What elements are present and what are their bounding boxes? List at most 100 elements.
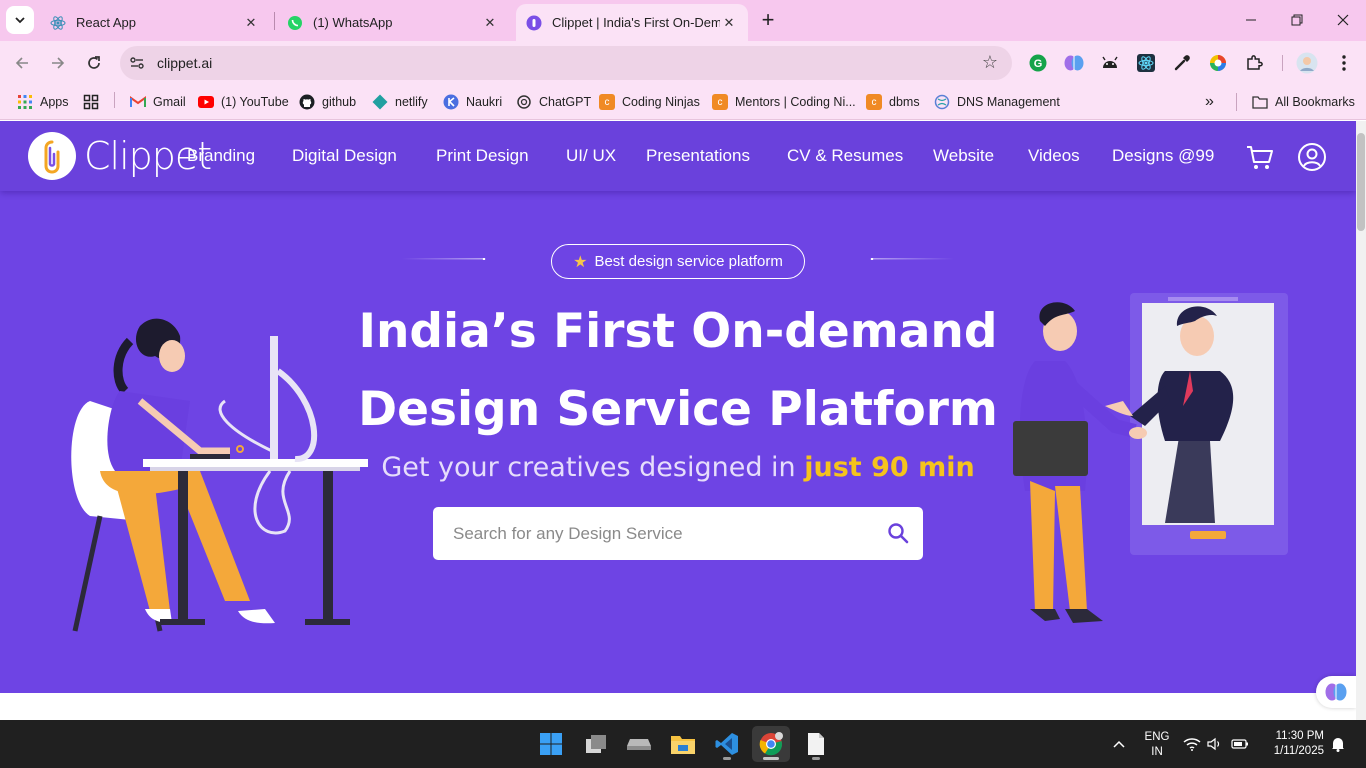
arrow-left-icon xyxy=(15,57,28,69)
back-button[interactable] xyxy=(9,50,35,76)
color-wheel-extension-icon[interactable] xyxy=(1207,52,1229,74)
bookmark-label: Gmail xyxy=(153,95,186,109)
task-view-icon xyxy=(586,735,606,753)
nav-print-design[interactable]: Print Design xyxy=(436,146,529,166)
floating-assistant-button[interactable] xyxy=(1316,676,1356,708)
vscode-icon xyxy=(715,733,738,755)
nav-website[interactable]: Website xyxy=(933,146,994,166)
brain-extension-icon[interactable] xyxy=(1063,52,1085,74)
color-picker-icon[interactable] xyxy=(1171,52,1193,74)
clock-time: 11:30 PM xyxy=(1275,730,1324,742)
chrome-app[interactable] xyxy=(752,726,790,762)
design-search-box xyxy=(433,507,923,560)
bookmark-netlify[interactable]: netlify xyxy=(372,92,428,112)
notepad-app[interactable] xyxy=(797,726,835,762)
bookmark-star-icon[interactable]: ☆ xyxy=(982,52,998,73)
show-hidden-icons-button[interactable] xyxy=(1106,726,1132,762)
language-indicator[interactable]: ENG IN xyxy=(1141,730,1173,760)
grammarly-extension-icon[interactable]: G xyxy=(1027,52,1049,74)
woman-at-desk-illustration xyxy=(71,318,368,632)
all-bookmarks-button[interactable]: All Bookmarks xyxy=(1252,92,1355,112)
bookmark-github[interactable]: github xyxy=(299,92,356,112)
bookmark-mentors[interactable]: c Mentors | Coding Ni... xyxy=(712,92,856,112)
android-extension-icon[interactable] xyxy=(1099,52,1121,74)
bookmark-youtube[interactable]: (1) YouTube xyxy=(198,92,289,112)
search-input[interactable] xyxy=(433,507,873,560)
nav-videos[interactable]: Videos xyxy=(1028,146,1080,166)
restore-button[interactable] xyxy=(1282,8,1312,32)
forward-button[interactable] xyxy=(45,50,71,76)
next-section-top xyxy=(0,693,1356,720)
bookmark-chatgpt[interactable]: ChatGPT xyxy=(516,92,591,112)
new-tab-button[interactable]: + xyxy=(757,9,779,32)
close-icon[interactable]: ✕ xyxy=(720,14,738,32)
close-icon xyxy=(1337,14,1349,26)
close-icon[interactable]: ✕ xyxy=(481,14,499,32)
react-devtools-icon[interactable] xyxy=(1135,52,1157,74)
chrome-menu-button[interactable] xyxy=(1333,52,1355,74)
github-icon xyxy=(299,94,315,110)
toolbar-divider xyxy=(1282,55,1283,71)
tab-search-button[interactable] xyxy=(6,6,34,34)
bookmark-dbms[interactable]: c dbms xyxy=(866,92,920,112)
close-icon[interactable]: ✕ xyxy=(242,14,260,32)
folder-icon xyxy=(671,736,695,754)
reload-button[interactable] xyxy=(81,50,107,76)
nav-presentations[interactable]: Presentations xyxy=(646,146,750,166)
bookmark-coding-ninjas[interactable]: c Coding Ninjas xyxy=(599,92,700,112)
start-button[interactable] xyxy=(532,726,570,762)
extensions-puzzle-icon[interactable] xyxy=(1243,52,1265,74)
nav-digital-design[interactable]: Digital Design xyxy=(292,146,397,166)
chevron-up-icon xyxy=(1113,740,1125,748)
arrow-right-icon xyxy=(52,57,65,69)
hero-title-line-1: India’s First On-demand xyxy=(358,304,998,359)
site-header: Clippet Branding Digital Design Print De… xyxy=(0,121,1356,191)
language-code: ENG xyxy=(1144,731,1170,743)
tab-clippet[interactable]: Clippet | India's First On-Deman ✕ xyxy=(516,4,748,41)
reload-icon xyxy=(88,56,100,69)
naukri-icon xyxy=(443,94,459,110)
system-status-button[interactable] xyxy=(1180,726,1252,762)
notifications-button[interactable] xyxy=(1327,726,1349,762)
nav-cv-resumes[interactable]: CV & Resumes xyxy=(787,146,903,166)
tagline-badge: ★ Best design service platform xyxy=(551,244,805,279)
windows-logo-icon xyxy=(540,733,562,755)
cart-icon[interactable] xyxy=(1245,142,1275,172)
tab-title: (1) WhatsApp xyxy=(313,15,393,30)
file-explorer-app[interactable] xyxy=(664,726,702,762)
bookmark-gmail[interactable]: Gmail xyxy=(130,92,186,112)
nav-ui-ux[interactable]: UI/ UX xyxy=(566,146,616,166)
chrome-icon xyxy=(759,732,783,756)
bookmark-label: Coding Ninjas xyxy=(622,95,700,109)
user-account-icon[interactable] xyxy=(1297,142,1327,172)
clock[interactable]: 11:30 PM 1/11/2025 xyxy=(1262,729,1324,759)
coding-ninjas-icon: c xyxy=(866,94,882,110)
netlify-icon xyxy=(372,94,388,110)
address-bar[interactable]: clippet.ai ☆ xyxy=(120,46,1012,80)
drive-app[interactable] xyxy=(620,726,658,762)
coding-ninjas-icon: c xyxy=(599,94,615,110)
profile-avatar[interactable] xyxy=(1296,52,1318,74)
minimize-button[interactable] xyxy=(1236,8,1266,32)
vscode-app[interactable] xyxy=(708,726,746,762)
decorative-line-left xyxy=(402,258,486,260)
bookmark-tab-groups[interactable] xyxy=(83,92,106,112)
bookmark-apps[interactable]: Apps xyxy=(17,92,69,112)
url-text: clippet.ai xyxy=(157,55,213,71)
search-icon[interactable] xyxy=(887,522,909,544)
bookmark-naukri[interactable]: Naukri xyxy=(443,92,502,112)
tab-whatsapp[interactable]: (1) WhatsApp ✕ xyxy=(277,4,509,41)
bookmark-label: (1) YouTube xyxy=(221,95,289,109)
nav-branding[interactable]: Branding xyxy=(187,146,255,166)
chevron-down-icon xyxy=(15,17,25,24)
scrollbar-thumb[interactable] xyxy=(1357,133,1365,231)
bookmark-dns-management[interactable]: DNS Management xyxy=(934,92,1060,112)
more-bookmarks-button[interactable]: » xyxy=(1205,92,1214,112)
close-window-button[interactable] xyxy=(1328,8,1358,32)
nav-designs-99[interactable]: Designs @99 xyxy=(1112,146,1214,166)
clippet-logo[interactable]: Clippet xyxy=(28,130,212,182)
page-scrollbar[interactable] xyxy=(1356,121,1366,720)
clippet-favicon-icon xyxy=(526,15,542,30)
task-view-button[interactable] xyxy=(577,726,615,762)
tab-react-app[interactable]: React App ✕ xyxy=(40,4,270,41)
